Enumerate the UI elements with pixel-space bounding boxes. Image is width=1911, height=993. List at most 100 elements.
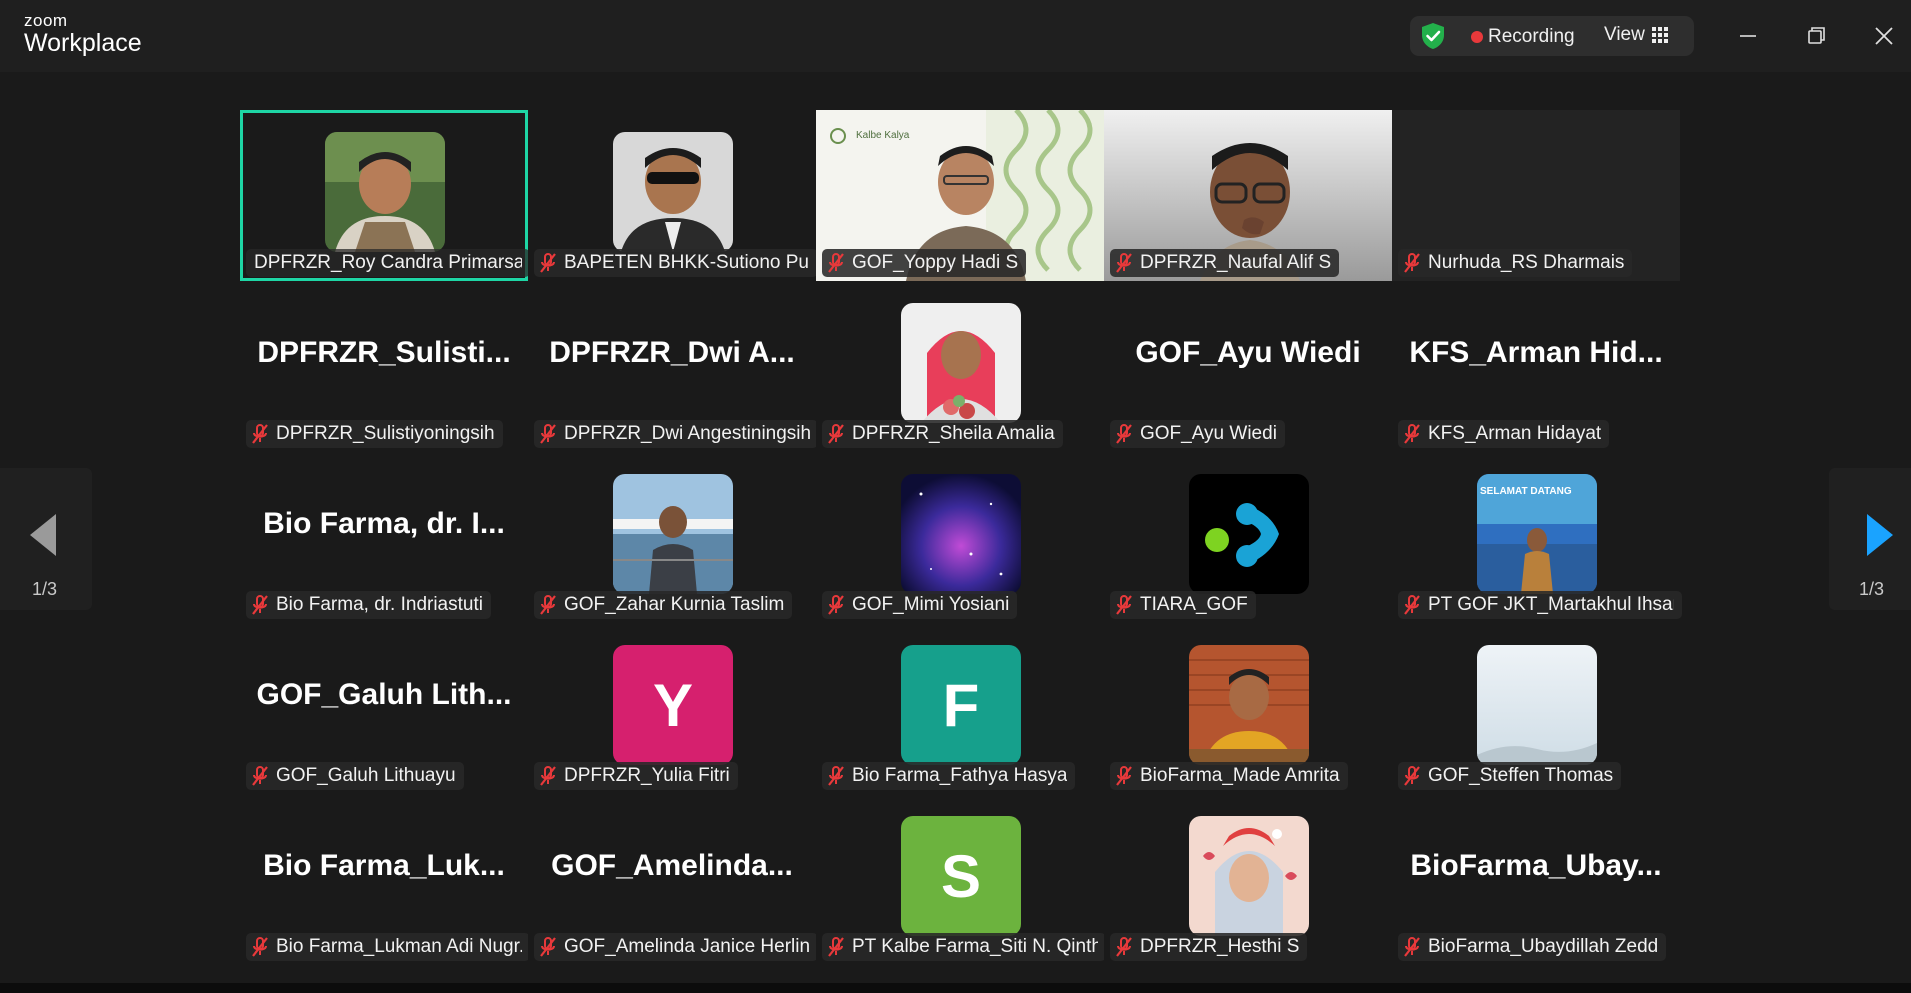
shield-icon[interactable] xyxy=(1420,22,1446,50)
mic-muted-icon xyxy=(250,594,270,616)
participant-tile[interactable]: BAPETEN BHKK-Sutiono Pur... xyxy=(528,110,818,281)
participant-name: Nurhuda_RS Dharmais xyxy=(1428,252,1625,273)
recording-label[interactable]: Recording xyxy=(1488,26,1575,48)
participant-tile[interactable]: KFS_Arman Hid... KFS_Arman Hidayat xyxy=(1392,281,1680,452)
participant-name-tag: GOF_Ayu Wiedi xyxy=(1110,420,1285,448)
participant-tile[interactable]: DPFRZR_Sheila Amalia xyxy=(816,281,1104,452)
participant-name-tag: BAPETEN BHKK-Sutiono Pur... xyxy=(534,249,818,277)
participant-name: TIARA_GOF xyxy=(1140,594,1248,615)
mic-muted-icon xyxy=(538,594,558,616)
mic-muted-icon xyxy=(826,936,846,958)
participant-name: PT GOF JKT_Martakhul Ihsan... xyxy=(1428,594,1674,615)
participant-name-tag: DPFRZR_Hesthi S xyxy=(1110,933,1308,961)
mic-muted-icon xyxy=(538,936,558,958)
participant-tile[interactable]: GOF_Galuh Lith... GOF_Galuh Lithuayu xyxy=(240,623,528,794)
previous-page-button[interactable]: 1/3 xyxy=(0,468,92,610)
participant-tile[interactable]: DPFRZR_Naufal Alif S xyxy=(1104,110,1392,281)
participant-name: BioFarma_Made Amrita xyxy=(1140,765,1340,786)
participant-display-name: DPFRZR_Sulisti... xyxy=(257,336,511,369)
participant-tile[interactable]: GOF_Mimi Yosiani xyxy=(816,452,1104,623)
arrow-right-icon xyxy=(1867,514,1893,556)
participant-avatar-letter: S xyxy=(901,816,1021,936)
participant-tile[interactable]: GOF_Zahar Kurnia Taslim xyxy=(528,452,816,623)
participant-tile[interactable]: Kalbe Kalya GOF_Yoppy Hadi S xyxy=(816,110,1104,281)
participant-name-tag: GOF_Galuh Lithuayu xyxy=(246,762,464,790)
participant-display-name: Bio Farma, dr. I... xyxy=(263,507,505,540)
participant-name-tag: DPFRZR_Sulistiyoningsih xyxy=(246,420,503,448)
video-overlay-text: Kalbe Kalya xyxy=(856,130,910,141)
mic-muted-icon xyxy=(250,423,270,445)
participant-name-tag: GOF_Amelinda Janice Herlina xyxy=(534,933,818,961)
mic-muted-icon xyxy=(1114,252,1134,274)
participant-name: KFS_Arman Hidayat xyxy=(1428,423,1602,444)
participant-tile[interactable]: GOF_Ayu Wiedi GOF_Ayu Wiedi xyxy=(1104,281,1392,452)
restore-icon[interactable] xyxy=(1798,18,1834,54)
participant-tile[interactable]: S PT Kalbe Farma_Siti N. Qinth... xyxy=(816,794,1106,965)
participant-tile[interactable]: TIARA_GOF xyxy=(1104,452,1392,623)
participant-name-tag: PT GOF JKT_Martakhul Ihsan... xyxy=(1398,591,1682,619)
participant-tile[interactable]: DPFRZR_Hesthi S xyxy=(1104,794,1392,965)
participant-name: GOF_Zahar Kurnia Taslim xyxy=(564,594,785,615)
participant-name-tag: KFS_Arman Hidayat xyxy=(1398,420,1610,448)
photo-overlay-text: SELAMAT DATANG xyxy=(1480,486,1572,497)
brand-large: Workplace xyxy=(24,29,142,57)
participant-tile[interactable]: F Bio Farma_Fathya Hasya xyxy=(816,623,1104,794)
minimize-icon[interactable] xyxy=(1730,18,1766,54)
participant-tile[interactable]: BioFarma_Ubay... BioFarma_Ubaydillah Zedd xyxy=(1392,794,1680,965)
close-icon[interactable] xyxy=(1866,18,1902,54)
mic-muted-icon xyxy=(826,594,846,616)
participant-tile[interactable]: DPFRZR_Roy Candra Primarsa xyxy=(240,110,530,281)
participant-name: BAPETEN BHKK-Sutiono Pur... xyxy=(564,252,810,273)
mic-muted-icon xyxy=(1114,765,1134,787)
page-indicator-left: 1/3 xyxy=(32,579,58,599)
recording-dot-icon xyxy=(1471,31,1483,43)
mic-muted-icon xyxy=(1114,936,1134,958)
participant-tile[interactable]: SELAMAT DATANG PT GOF JKT_Martakhul Ihsan… xyxy=(1392,452,1682,623)
participant-name-tag: GOF_Zahar Kurnia Taslim xyxy=(534,591,793,619)
mic-muted-icon xyxy=(1402,765,1422,787)
participant-tile[interactable]: DPFRZR_Sulisti... DPFRZR_Sulistiyoningsih xyxy=(240,281,528,452)
participant-name-tag: Nurhuda_RS Dharmais xyxy=(1398,249,1633,277)
participant-name: DPFRZR_Sulistiyoningsih xyxy=(276,423,495,444)
participant-tile[interactable]: Bio Farma_Luk... Bio Farma_Lukman Adi Nug… xyxy=(240,794,530,965)
participant-display-name: BioFarma_Ubay... xyxy=(1410,849,1662,882)
participant-name: GOF_Galuh Lithuayu xyxy=(276,765,456,786)
participant-name-tag: BioFarma_Made Amrita xyxy=(1110,762,1348,790)
participant-tile[interactable]: Y DPFRZR_Yulia Fitri xyxy=(528,623,816,794)
view-button[interactable]: View xyxy=(1604,24,1645,46)
brand-small: zoom xyxy=(24,11,68,30)
participant-name: DPFRZR_Yulia Fitri xyxy=(564,765,730,786)
participant-name-tag: GOF_Mimi Yosiani xyxy=(822,591,1018,619)
participant-name: DPFRZR_Naufal Alif S xyxy=(1140,252,1332,273)
participant-photo xyxy=(901,303,1021,423)
participant-name-tag: TIARA_GOF xyxy=(1110,591,1256,619)
grid-view-icon[interactable] xyxy=(1652,27,1668,43)
participant-display-name: GOF_Ayu Wiedi xyxy=(1135,336,1361,369)
participant-photo xyxy=(1189,645,1309,765)
participant-avatar-letter: F xyxy=(901,645,1021,765)
app-logo: zoom Workplace xyxy=(24,12,142,56)
participant-photo xyxy=(613,474,733,594)
participant-name: PT Kalbe Farma_Siti N. Qinth... xyxy=(852,936,1098,957)
participant-name-tag: Bio Farma_Fathya Hasya xyxy=(822,762,1076,790)
participant-name: DPFRZR_Sheila Amalia xyxy=(852,423,1055,444)
participant-name: Bio Farma_Fathya Hasya xyxy=(852,765,1068,786)
participant-display-name: Bio Farma_Luk... xyxy=(263,849,505,882)
next-page-button[interactable]: 1/3 xyxy=(1829,468,1911,610)
mic-muted-icon xyxy=(538,423,558,445)
mic-muted-icon xyxy=(538,765,558,787)
participant-tile[interactable]: Bio Farma, dr. I... Bio Farma, dr. Indria… xyxy=(240,452,528,623)
participant-tile[interactable]: DPFRZR_Dwi A... DPFRZR_Dwi Angestiningsih xyxy=(528,281,818,452)
bottom-edge xyxy=(0,983,1911,993)
mic-muted-icon xyxy=(1114,594,1134,616)
participant-display-name: GOF_Galuh Lith... xyxy=(256,678,512,711)
mic-muted-icon xyxy=(1402,423,1422,445)
participant-tile[interactable]: GOF_Steffen Thomas xyxy=(1392,623,1680,794)
mic-muted-icon xyxy=(1402,594,1422,616)
participant-name-tag: DPFRZR_Yulia Fitri xyxy=(534,762,738,790)
participant-photo xyxy=(613,132,733,252)
mic-muted-icon xyxy=(826,252,846,274)
participant-tile[interactable]: BioFarma_Made Amrita xyxy=(1104,623,1392,794)
participant-tile[interactable]: GOF_Amelinda... GOF_Amelinda Janice Herli… xyxy=(528,794,818,965)
participant-tile[interactable]: Nurhuda_RS Dharmais xyxy=(1392,110,1680,281)
